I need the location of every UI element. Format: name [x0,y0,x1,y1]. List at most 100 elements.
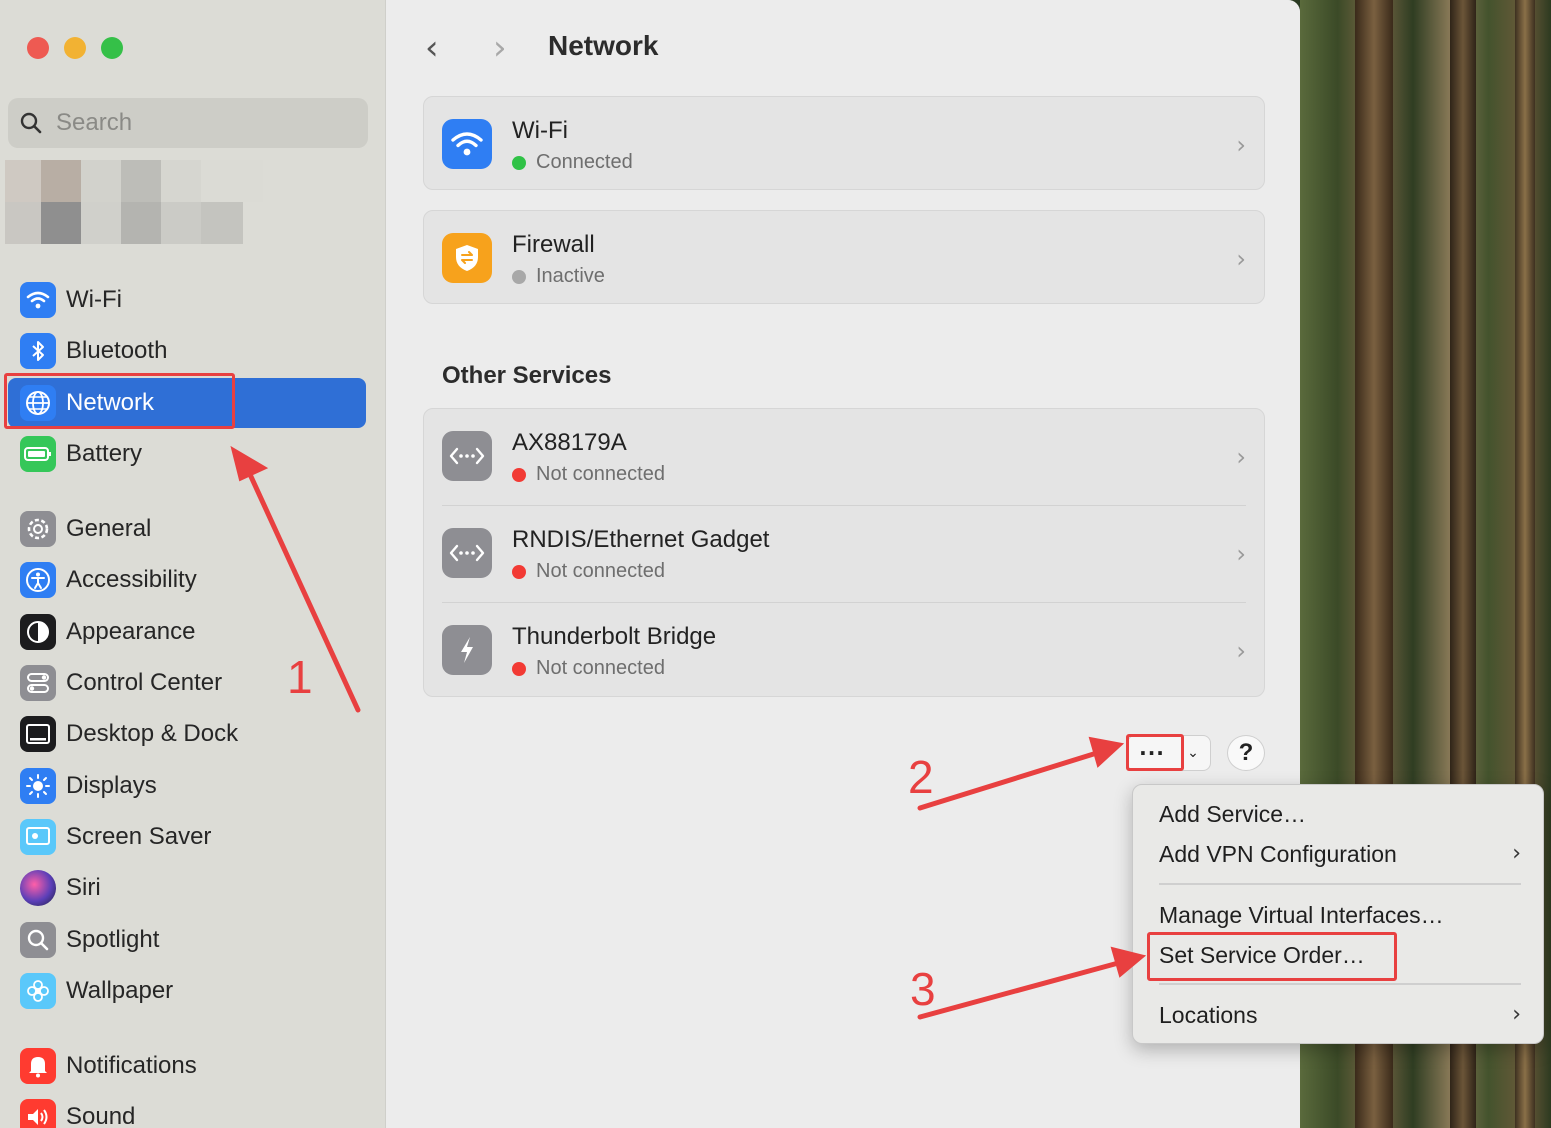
menu-item-add-vpn-configuration[interactable]: Add VPN Configuration [1159,841,1397,868]
sidebar-item-wallpaper[interactable]: Wallpaper [8,966,366,1016]
shield-icon [442,233,492,283]
menu-item-manage-virtual-interfaces[interactable]: Manage Virtual Interfaces… [1159,902,1444,929]
sidebar-item-label: Battery [66,440,143,467]
status-dot [512,269,526,284]
sidebar-item-bluetooth[interactable]: Bluetooth [8,326,366,376]
sidebar-item-label: Notifications [66,1052,197,1079]
annotation-step-2: 2 [908,751,934,803]
other-services-list: AX88179A Not connected › RNDIS/Ethernet … [423,408,1265,697]
service-status-text: Not connected [536,657,665,679]
chevron-right-icon: › [1236,443,1246,471]
sidebar-item-label: Desktop & Dock [66,720,239,747]
annotation-box-network [4,373,235,429]
wifi-icon [442,119,492,169]
chevron-down-icon: ⌄ [1187,745,1199,761]
forward-chevron-icon[interactable]: › [493,28,507,68]
sidebar-item-sound[interactable]: Sound [8,1092,366,1128]
ethernet-icon [442,431,492,481]
sidebar-item-notifications[interactable]: Notifications [8,1041,366,1091]
sidebar: Search Wi-Fi Bluetooth Network Battery G… [0,0,386,1128]
battery-icon [20,436,56,472]
search-icon [20,112,42,134]
bell-icon [20,1048,56,1084]
zoom-window-button[interactable] [101,37,123,59]
sidebar-item-wifi[interactable]: Wi-Fi [8,275,366,325]
menu-item-add-service[interactable]: Add Service… [1159,801,1306,828]
submenu-chevron-icon: › [1512,841,1521,866]
flower-icon [20,973,56,1009]
thunderbolt-icon [442,625,492,675]
sun-icon [20,768,56,804]
service-status: Not connected [512,657,665,680]
service-name: Wi-Fi [512,117,568,144]
annotation-box-set-service-order [1147,932,1397,981]
service-status-text: Not connected [536,560,665,582]
help-button[interactable]: ? [1227,735,1265,771]
menu-divider [1159,983,1521,985]
more-actions-menu: Add Service… Add VPN Configuration › Man… [1132,784,1544,1044]
sidebar-item-label: General [66,515,152,542]
service-name: RNDIS/Ethernet Gadget [512,526,770,553]
help-label: ? [1238,739,1254,766]
chevron-right-icon: › [1236,540,1246,568]
status-dot [512,564,526,579]
service-row-firewall[interactable]: Firewall Inactive › [424,211,1266,307]
sidebar-item-displays[interactable]: Displays [8,761,366,811]
sidebar-item-label: Siri [66,874,101,901]
service-status: Connected [512,151,633,174]
sidebar-item-label: Screen Saver [66,823,212,850]
service-name: AX88179A [512,429,627,456]
annotation-step-1: 1 [287,651,313,703]
service-row-rndis-ethernet-gadget[interactable]: RNDIS/Ethernet Gadget Not connected › [424,506,1266,602]
annotation-box-more-button [1126,734,1184,771]
menu-item-locations[interactable]: Locations [1159,1002,1257,1029]
sidebar-item-general[interactable]: General [8,504,366,554]
status-dot [512,661,526,676]
service-status-text: Inactive [536,265,605,287]
sidebar-item-accessibility[interactable]: Accessibility [8,555,366,605]
firewall-service-card[interactable]: Firewall Inactive › [423,210,1265,304]
siri-icon [20,870,56,906]
sidebar-item-label: Displays [66,772,157,799]
sidebar-item-label: Appearance [66,618,196,645]
chevron-right-icon: › [1236,245,1246,273]
service-name: Thunderbolt Bridge [512,623,717,650]
wifi-icon [20,282,56,318]
account-avatar-redacted [5,160,263,244]
sidebar-item-label: Control Center [66,669,223,696]
service-row-wifi[interactable]: Wi-Fi Connected › [424,97,1266,193]
sidebar-item-screen-saver[interactable]: Screen Saver [8,812,366,862]
sidebar-item-label: Sound [66,1103,136,1128]
bluetooth-icon [20,333,56,369]
back-chevron-icon[interactable]: ‹ [425,28,439,68]
menu-divider [1159,883,1521,885]
service-row-thunderbolt-bridge[interactable]: Thunderbolt Bridge Not connected › [424,603,1266,699]
magnifier-icon [20,922,56,958]
service-name: Firewall [512,231,595,258]
control-center-icon [20,665,56,701]
sidebar-item-desktop-dock[interactable]: Desktop & Dock [8,709,366,759]
service-status-text: Not connected [536,463,665,485]
speaker-icon [20,1099,56,1128]
service-status: Inactive [512,265,605,288]
sidebar-item-battery[interactable]: Battery [8,429,366,479]
sidebar-item-label: Bluetooth [66,337,168,364]
other-services-heading: Other Services [442,362,612,389]
sidebar-item-spotlight[interactable]: Spotlight [8,915,366,965]
accessibility-icon [20,562,56,598]
service-status: Not connected [512,463,665,486]
search-field[interactable]: Search [8,98,368,148]
sidebar-item-siri[interactable]: Siri [8,863,366,913]
close-window-button[interactable] [27,37,49,59]
gear-icon [20,511,56,547]
minimize-window-button[interactable] [64,37,86,59]
service-row-ax88179a[interactable]: AX88179A Not connected › [424,409,1266,505]
annotation-step-3: 3 [910,963,936,1015]
sidebar-item-label: Wallpaper [66,977,174,1004]
screen-saver-icon [20,819,56,855]
wifi-service-card[interactable]: Wi-Fi Connected › [423,96,1265,190]
appearance-icon [20,614,56,650]
page-title: Network [548,30,659,61]
sidebar-item-label: Accessibility [66,566,197,593]
sidebar-item-label: Spotlight [66,926,160,953]
